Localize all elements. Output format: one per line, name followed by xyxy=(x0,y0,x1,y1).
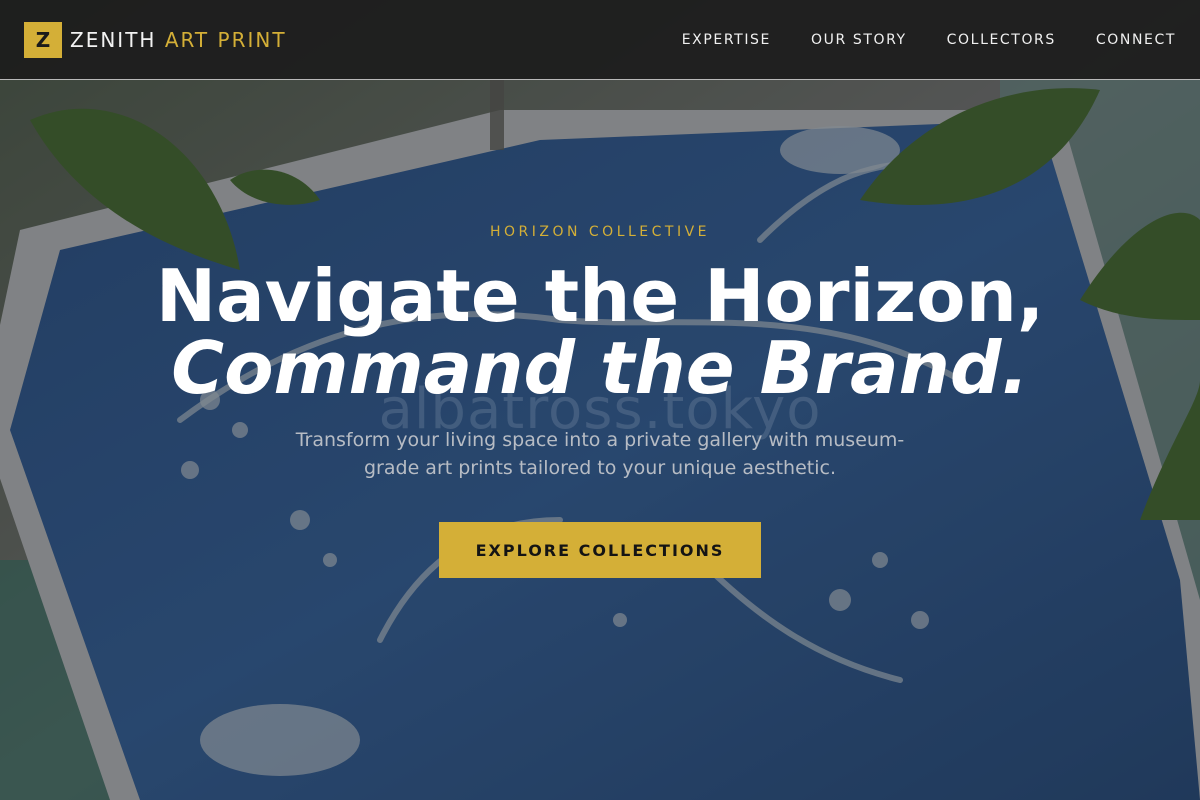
logo-text: ZENITH ART PRINT xyxy=(70,28,287,52)
nav-item-expertise[interactable]: EXPERTISE xyxy=(682,32,771,48)
logo-name: ZENITH xyxy=(70,27,157,52)
explore-collections-button[interactable]: EXPLORE COLLECTIONS xyxy=(439,522,761,578)
nav-item-our-story[interactable]: OUR STORY xyxy=(811,32,907,48)
hero-section: HORIZON COLLECTIVE albatross.tokyo Navig… xyxy=(0,80,1200,800)
nav-item-connect[interactable]: CONNECT xyxy=(1096,32,1176,48)
main-nav: EXPERTISE OUR STORY COLLECTORS CONNECT xyxy=(642,32,1176,48)
logo-accent: ART PRINT xyxy=(164,27,287,52)
site-header: Z ZENITH ART PRINT EXPERTISE OUR STORY C… xyxy=(0,0,1200,80)
hero-eyebrow: HORIZON COLLECTIVE xyxy=(489,224,711,240)
hero-title-line2: Command the Brand. xyxy=(171,326,1029,410)
hero-subtitle: Transform your living space into a priva… xyxy=(295,429,905,479)
hero-title-line1: Navigate the Horizon, xyxy=(155,254,1045,338)
nav-item-collectors[interactable]: COLLECTORS xyxy=(947,32,1056,48)
logo-mark: Z xyxy=(24,21,62,58)
brand-logo[interactable]: Z ZENITH ART PRINT xyxy=(24,21,287,58)
